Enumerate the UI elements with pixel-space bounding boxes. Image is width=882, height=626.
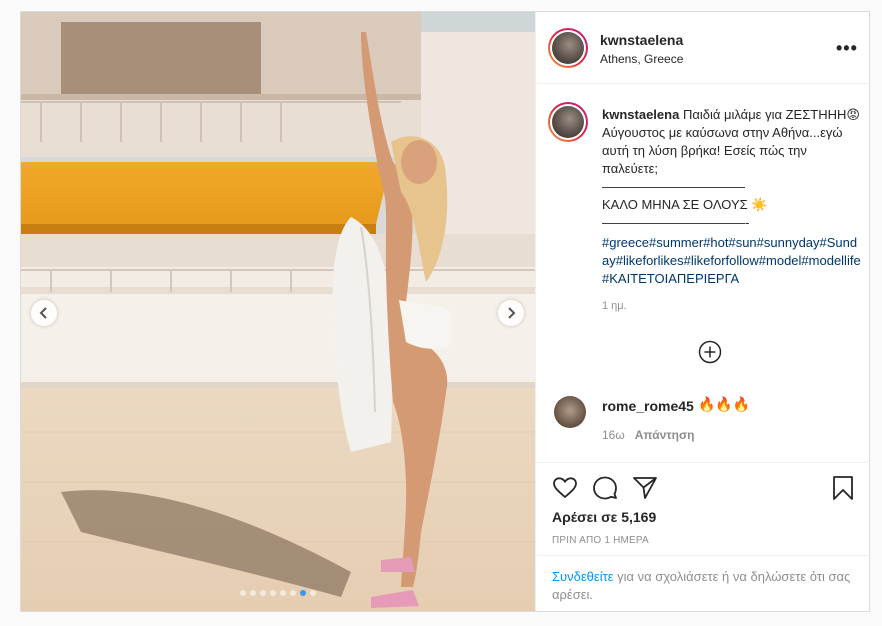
post-card: kwnstaelena Athens, Greece ••• kwnstaele… <box>20 11 870 612</box>
carousel-dot <box>240 590 246 596</box>
comment-timestamp: 16ω <box>602 428 625 442</box>
post-date: ΠΡΙΝ ΑΠΟ 1 ΗΜΕΡΑ <box>552 535 649 546</box>
login-prompt-text: Συνδεθείτε για να σχολιάσετε ή να δηλώσε… <box>552 568 852 604</box>
commenter-username[interactable]: rome_rome45 <box>602 398 694 414</box>
plus-circle-icon <box>698 340 722 364</box>
more-options-button[interactable]: ••• <box>836 38 858 59</box>
comment-icon <box>593 476 617 500</box>
caption-text: kwnstaelena Παιδιά μιλάμε για ΖΕΣΤΗΗΗ😡Αύ… <box>602 106 864 232</box>
load-more-comments-button[interactable] <box>698 340 722 364</box>
carousel-indicator <box>21 590 535 596</box>
caption-username[interactable]: kwnstaelena <box>602 107 679 122</box>
post-photo <box>21 12 535 611</box>
paper-plane-icon <box>633 477 657 499</box>
post-media[interactable] <box>21 12 535 611</box>
carousel-dot <box>260 590 266 596</box>
post-actions: Αρέσει σε 5,169 ΠΡΙΝ ΑΠΟ 1 ΗΜΕΡΑ Συνδεθε… <box>536 462 870 610</box>
caption-body: Παιδιά μιλάμε για ΖΕΣΤΗΗΗ😡Αύγουστος με κ… <box>602 107 860 230</box>
post-sidebar: kwnstaelena Athens, Greece ••• kwnstaele… <box>535 12 870 611</box>
commenter-avatar[interactable] <box>554 396 586 428</box>
likes-count[interactable]: Αρέσει σε 5,169 <box>552 509 656 525</box>
comment-button[interactable] <box>592 475 618 501</box>
post-header: kwnstaelena Athens, Greece ••• <box>536 12 870 84</box>
share-button[interactable] <box>632 475 658 501</box>
chevron-right-icon <box>508 307 516 319</box>
location-link[interactable]: Athens, Greece <box>600 52 683 66</box>
login-link[interactable]: Συνδεθείτε <box>552 569 614 584</box>
carousel-dot <box>250 590 256 596</box>
caption-avatar[interactable] <box>548 102 588 142</box>
carousel-dot <box>300 590 306 596</box>
bookmark-icon <box>833 476 853 500</box>
avatar[interactable] <box>548 28 588 68</box>
carousel-dot <box>290 590 296 596</box>
carousel-dot <box>310 590 316 596</box>
chevron-left-icon <box>39 307 47 319</box>
carousel-dot <box>270 590 276 596</box>
reply-button[interactable]: Απάντηση <box>635 428 695 442</box>
caption-hashtags[interactable]: #greece#summer#hot#sun#sunnyday#Sunday#l… <box>602 234 864 288</box>
carousel-next-button[interactable] <box>498 300 524 326</box>
heart-icon <box>553 477 577 499</box>
save-button[interactable] <box>830 475 856 501</box>
carousel-dot <box>280 590 286 596</box>
login-prompt: Συνδεθείτε για να σχολιάσετε ή να δηλώσε… <box>536 555 870 611</box>
comment-text: 🔥🔥🔥 <box>698 396 751 412</box>
header-username[interactable]: kwnstaelena <box>600 32 683 48</box>
like-button[interactable] <box>552 475 578 501</box>
comment-meta: 16ω Απάντηση <box>602 428 695 442</box>
carousel-prev-button[interactable] <box>31 300 57 326</box>
caption-timestamp: 1 ημ. <box>602 300 627 312</box>
